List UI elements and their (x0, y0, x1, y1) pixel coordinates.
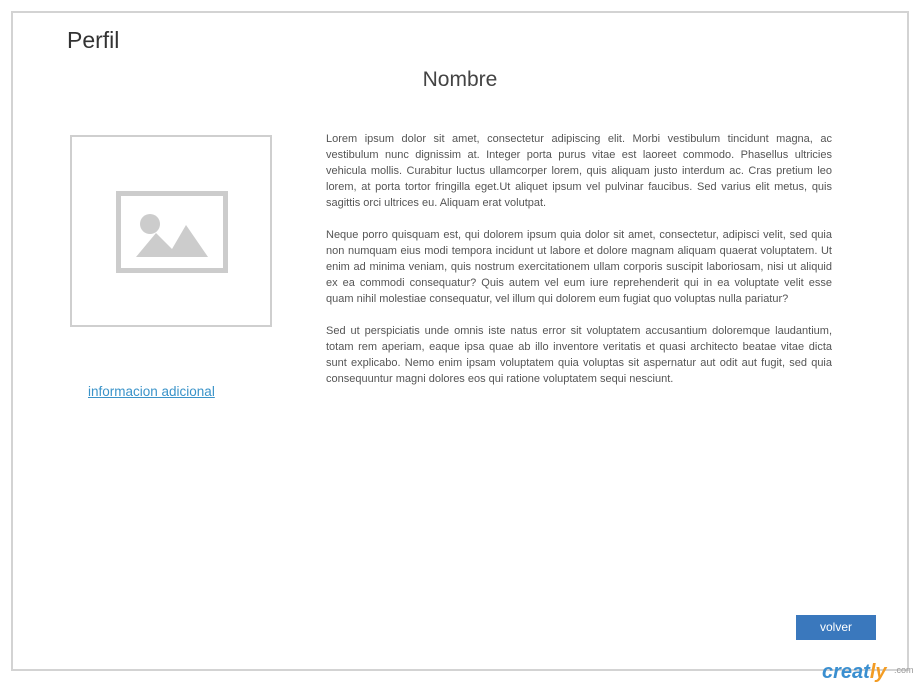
mockup-canvas: Perfil Nombre informacion adicional Lore… (0, 0, 920, 685)
creately-watermark: creatly .com (690, 662, 916, 684)
back-button[interactable]: volver (796, 615, 876, 640)
page-title: Perfil (67, 27, 120, 53)
image-placeholder-icon (116, 191, 228, 273)
description-paragraph: Lorem ipsum dolor sit amet, consectetur … (326, 133, 832, 209)
watermark-brand: creatly (822, 662, 887, 684)
profile-page: Perfil Nombre informacion adicional Lore… (11, 11, 909, 671)
more-info-link[interactable]: informacion adicional (88, 383, 215, 401)
watermark-brand-accent: ly (869, 662, 887, 683)
profile-description: Lorem ipsum dolor sit amet, consectetur … (326, 131, 832, 403)
watermark-domain: .com (894, 665, 914, 675)
description-paragraph: Neque porro quisquam est, qui dolorem ip… (326, 229, 832, 305)
description-paragraph: Sed ut perspiciatis unde omnis iste natu… (326, 325, 832, 385)
watermark-brand-main: creat (822, 662, 870, 683)
profile-image-placeholder (70, 135, 272, 327)
profile-name: Nombre (422, 68, 498, 91)
